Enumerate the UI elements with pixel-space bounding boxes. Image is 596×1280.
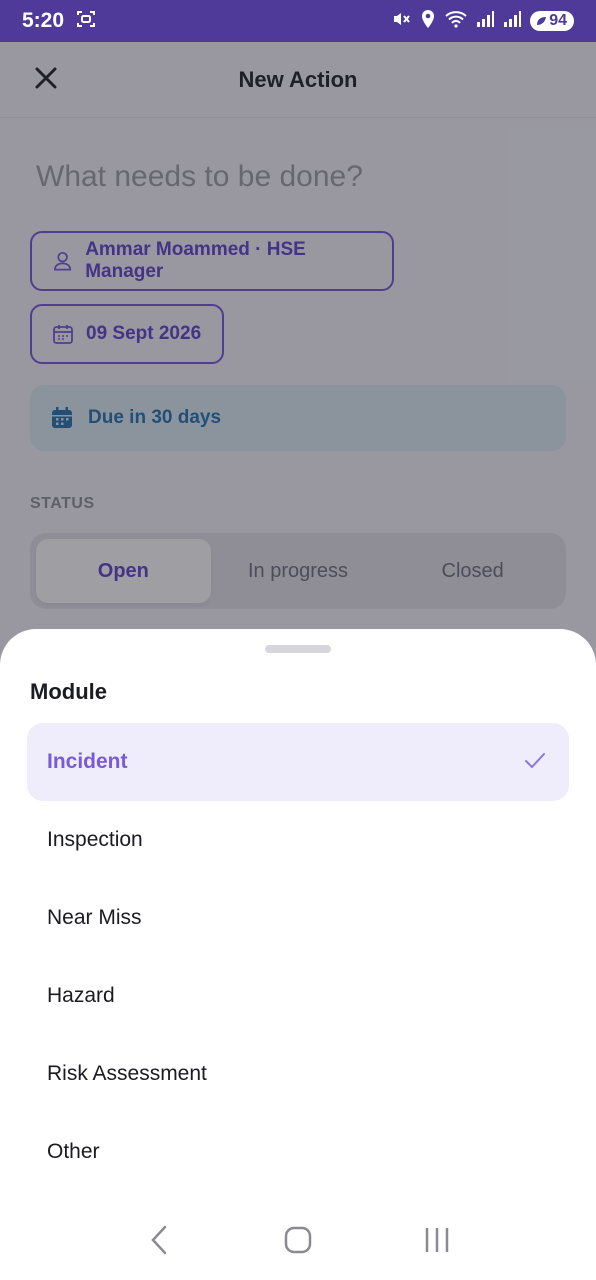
location-icon: [420, 9, 436, 34]
system-nav-bar: [0, 1200, 596, 1280]
status-time: 5:20: [22, 9, 65, 32]
module-option-label: Incident: [47, 750, 128, 773]
mute-icon: [391, 9, 411, 34]
module-option-near-miss[interactable]: Near Miss: [27, 879, 569, 957]
wifi-icon: [445, 10, 467, 33]
back-icon: [151, 1225, 167, 1255]
module-option-incident[interactable]: Incident: [27, 723, 569, 801]
home-icon: [284, 1226, 312, 1254]
module-option-label: Inspection: [47, 828, 143, 851]
module-option-hazard[interactable]: Hazard: [27, 957, 569, 1035]
recents-icon: [425, 1228, 448, 1252]
signal-icon: [476, 10, 495, 33]
back-button[interactable]: [139, 1220, 179, 1260]
module-option-label: Risk Assessment: [47, 1062, 207, 1085]
module-option-label: Other: [47, 1140, 100, 1163]
battery-level: 94: [549, 12, 567, 29]
module-bottom-sheet: Module Incident Inspection Near Miss Haz…: [0, 629, 596, 1280]
module-option-inspection[interactable]: Inspection: [27, 801, 569, 879]
module-option-other[interactable]: Other: [27, 1113, 569, 1191]
screenshot-icon: [76, 9, 96, 34]
battery-indicator: 94: [530, 11, 574, 31]
sheet-title: Module: [30, 679, 107, 704]
home-button[interactable]: [278, 1220, 318, 1260]
module-option-label: Hazard: [47, 984, 115, 1007]
module-option-risk-assessment[interactable]: Risk Assessment: [27, 1035, 569, 1113]
module-options-list: Incident Inspection Near Miss Hazard Ris…: [27, 723, 569, 1191]
recents-button[interactable]: [417, 1220, 457, 1260]
status-bar: 5:20 94: [0, 0, 596, 42]
battery-saver-icon: [537, 17, 547, 25]
module-option-label: Near Miss: [47, 906, 142, 929]
signal-icon-2: [503, 10, 522, 33]
sheet-drag-handle[interactable]: [265, 645, 331, 653]
checkmark-icon: [525, 753, 545, 768]
